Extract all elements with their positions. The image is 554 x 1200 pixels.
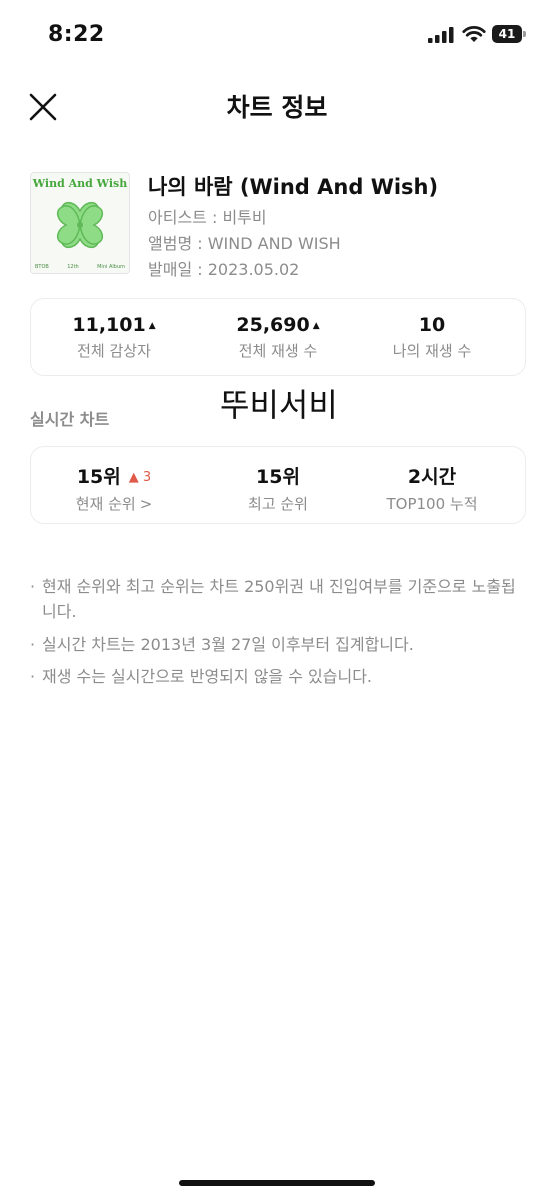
current-rank-value: 15위	[76, 466, 121, 488]
song-title: 나의 바람 (Wind And Wish)	[148, 175, 439, 199]
home-indicator[interactable]	[179, 1180, 375, 1186]
total-plays-label: 전체 재생 수	[238, 342, 318, 360]
album-art-title: Wind And Wish	[32, 177, 128, 190]
total-plays-stat: 25,690 ▲ 전체 재생 수	[198, 314, 358, 361]
status-time: 8:22	[48, 22, 105, 47]
note-text: 재생 수는 실시간으로 반영되지 않을 수 있습니다.	[42, 667, 373, 686]
bullet-dot: ·	[30, 667, 36, 686]
battery-level: 41	[498, 27, 516, 41]
top100-hours-value: 2시간	[407, 466, 457, 488]
top100-label: TOP100 누적	[386, 495, 478, 513]
my-plays-stat: 10 나의 재생 수	[352, 314, 512, 361]
page-title: 차트 정보	[226, 93, 328, 122]
wifi-icon	[462, 26, 486, 42]
note-item: · 현재 순위와 최고 순위는 차트 250위권 내 진입여부를 기준으로 노출…	[30, 574, 530, 624]
up-triangle-icon: ▲	[312, 321, 320, 331]
total-listeners-label: 전체 감상자	[77, 342, 151, 360]
note-item: · 실시간 차트는 2013년 3월 27일 이후부터 집계합니다.	[30, 632, 530, 657]
realtime-chart-title: 실시간 차트	[30, 410, 110, 429]
album-line: 앨범명 : WIND AND WISH	[148, 234, 341, 253]
release-date-line: 발매일 : 2023.05.02	[148, 260, 300, 279]
total-listeners-stat: 11,101 ▲ 전체 감상자	[34, 314, 194, 361]
total-plays-value: 25,690	[236, 314, 310, 336]
overlay-text: 뚜비서비	[220, 386, 338, 424]
my-plays-value: 10	[418, 314, 446, 336]
clover-icon	[56, 201, 104, 249]
bullet-dot: ·	[30, 635, 36, 654]
album-art-footer: BTOB 12th Mini Album	[35, 264, 125, 270]
chevron-right-icon[interactable]: >	[140, 495, 153, 513]
best-rank-value: 15위	[256, 466, 300, 488]
up-triangle-icon: ▲	[148, 321, 156, 331]
totals-card: 11,101 ▲ 전체 감상자 25,690 ▲ 전체 재생 수 10 나의 재생 …	[30, 298, 526, 376]
note-item: · 재생 수는 실시간으로 반영되지 않을 수 있습니다.	[30, 664, 530, 689]
rank-change-badge: ▲ 3	[128, 470, 152, 485]
top100-stat: 2시간 TOP100 누적	[352, 462, 512, 514]
artist-line: 아티스트 : 비투비	[148, 208, 267, 227]
album-art[interactable]: Wind And Wish BTOB 12th Mini Album	[30, 172, 130, 274]
note-text: 실시간 차트는 2013년 3월 27일 이후부터 집계합니다.	[42, 635, 414, 654]
best-rank-label: 최고 순위	[248, 495, 308, 513]
battery-icon: 41	[492, 25, 528, 43]
realtime-chart-card: 15위 ▲ 3 현재 순위 > 15위 최고 순위 2시간 TOP100 누적	[30, 446, 526, 524]
bullet-dot: ·	[30, 577, 36, 596]
my-plays-label: 나의 재생 수	[392, 342, 472, 360]
cellular-signal-icon	[428, 27, 454, 43]
best-rank-stat: 15위 최고 순위	[198, 462, 358, 514]
note-text: 현재 순위와 최고 순위는 차트 250위권 내 진입여부를 기준으로 노출됩니…	[42, 577, 516, 621]
current-rank-label: 현재 순위	[75, 495, 136, 513]
total-listeners-value: 11,101	[72, 314, 146, 336]
current-rank-stat[interactable]: 15위 ▲ 3 현재 순위 >	[34, 462, 194, 514]
